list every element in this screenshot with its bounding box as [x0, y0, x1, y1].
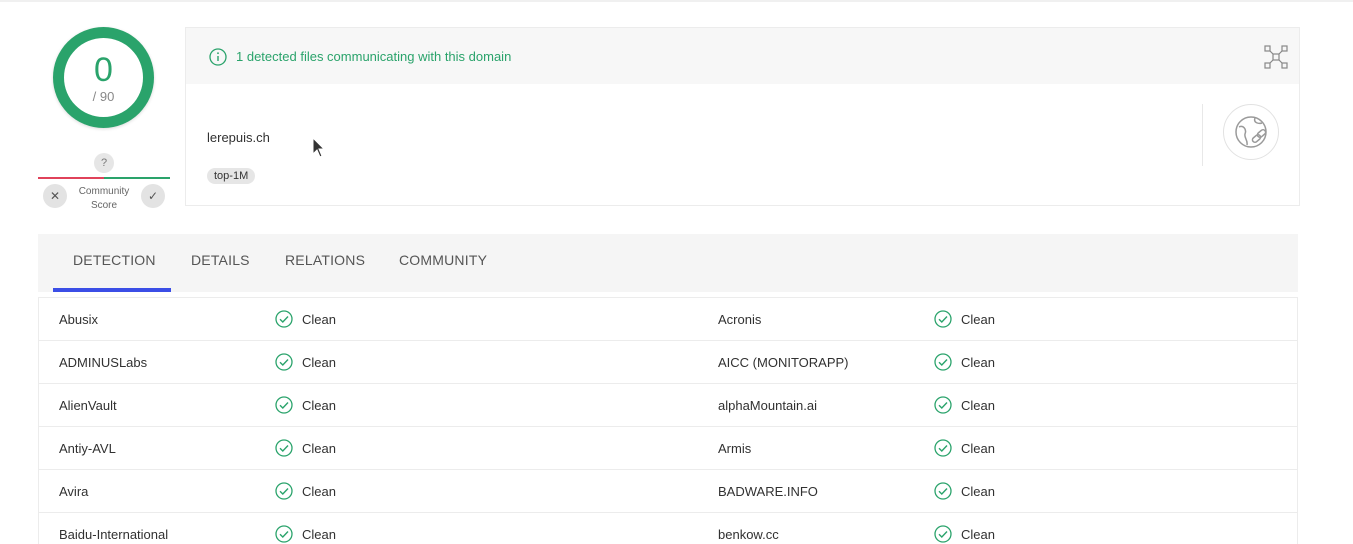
engine-name: Armis	[718, 441, 752, 456]
domain-name: lerepuis.ch	[207, 130, 270, 145]
community-bar-malicious	[38, 177, 104, 179]
check-circle-icon	[275, 525, 293, 543]
table-row: ADMINUSLabs Clean AICC (MONITORAPP) Clea…	[39, 341, 1297, 384]
top-border	[0, 0, 1353, 2]
engine-result: Clean	[302, 398, 336, 413]
community-bar-harmless	[104, 177, 170, 179]
check-circle-icon	[934, 525, 952, 543]
globe-link-icon	[1235, 116, 1267, 148]
info-circle-icon	[209, 48, 227, 66]
engine-result: Clean	[302, 355, 336, 370]
tab-community[interactable]: COMMUNITY	[399, 252, 487, 268]
engine-name: alphaMountain.ai	[718, 398, 818, 413]
detected-files-link[interactable]: 1 detected files communicating with this…	[236, 49, 511, 64]
engine-result: Clean	[302, 441, 336, 456]
mouse-cursor-icon	[312, 137, 326, 158]
table-row: AlienVault Clean alphaMountain.ai Clean	[39, 384, 1297, 427]
check-icon: ✓	[147, 189, 159, 203]
community-label-line1: Community	[78, 186, 130, 197]
check-circle-icon	[934, 310, 952, 328]
community-score-value: ?	[94, 153, 114, 173]
engine-name: ADMINUSLabs	[59, 355, 148, 370]
check-circle-icon	[934, 396, 952, 414]
engine-result: Clean	[961, 355, 995, 370]
domain-info-panel: 1 detected files communicating with this…	[185, 27, 1300, 206]
engine-result: Clean	[961, 312, 995, 327]
domain-icon-badge	[1223, 104, 1279, 160]
table-row: Baidu-International Clean benkow.cc Clea…	[39, 513, 1297, 544]
engine-name: Baidu-International	[59, 527, 169, 542]
engine-name: Avira	[59, 484, 89, 499]
table-row: Avira Clean BADWARE.INFO Clean	[39, 470, 1297, 513]
detection-count: 0	[94, 51, 113, 89]
engine-total: / 90	[92, 89, 115, 104]
table-row: Antiy-AVL Clean Armis Clean	[39, 427, 1297, 470]
engine-result: Clean	[961, 441, 995, 456]
check-circle-icon	[275, 396, 293, 414]
tab-details[interactable]: DETAILS	[191, 252, 250, 268]
detection-table: Abusix Clean Acronis Clean ADMINUSLabs C…	[38, 297, 1298, 544]
domain-tag[interactable]: top-1M	[207, 168, 256, 184]
check-circle-icon	[275, 439, 293, 457]
engine-result: Clean	[302, 527, 336, 542]
community-score: ? ✕ Community Score ✓	[38, 150, 170, 216]
engine-result: Clean	[961, 484, 995, 499]
engine-name: Abusix	[59, 312, 99, 327]
community-score-label: Community Score	[71, 185, 137, 213]
check-circle-icon	[275, 482, 293, 500]
vertical-divider	[1202, 104, 1203, 166]
vote-harmless-button[interactable]: ✓	[141, 184, 165, 208]
check-circle-icon	[934, 353, 952, 371]
engine-name: AICC (MONITORAPP)	[718, 355, 849, 370]
engine-name: Acronis	[718, 312, 762, 327]
community-label-line2: Score	[90, 200, 118, 211]
graph-expand-icon[interactable]	[1264, 45, 1288, 69]
table-row: Abusix Clean Acronis Clean	[39, 298, 1297, 341]
engine-result: Clean	[302, 484, 336, 499]
info-header: 1 detected files communicating with this…	[186, 28, 1299, 84]
check-circle-icon	[934, 439, 952, 457]
detection-score-ring: 0 / 90	[53, 27, 154, 128]
check-circle-icon	[275, 353, 293, 371]
tab-bar: DETECTION DETAILS RELATIONS COMMUNITY	[38, 234, 1298, 292]
check-circle-icon	[275, 310, 293, 328]
active-tab-indicator	[53, 288, 171, 292]
engine-name: Antiy-AVL	[59, 441, 116, 456]
engine-name: benkow.cc	[718, 527, 779, 542]
engine-name: BADWARE.INFO	[718, 484, 818, 499]
engine-name: AlienVault	[59, 398, 117, 413]
tab-relations[interactable]: RELATIONS	[285, 252, 365, 268]
check-circle-icon	[934, 482, 952, 500]
tab-detection[interactable]: DETECTION	[73, 252, 156, 268]
engine-result: Clean	[961, 527, 995, 542]
engine-result: Clean	[961, 398, 995, 413]
vote-malicious-button[interactable]: ✕	[43, 184, 67, 208]
engine-result: Clean	[302, 312, 336, 327]
close-icon: ✕	[49, 189, 61, 203]
